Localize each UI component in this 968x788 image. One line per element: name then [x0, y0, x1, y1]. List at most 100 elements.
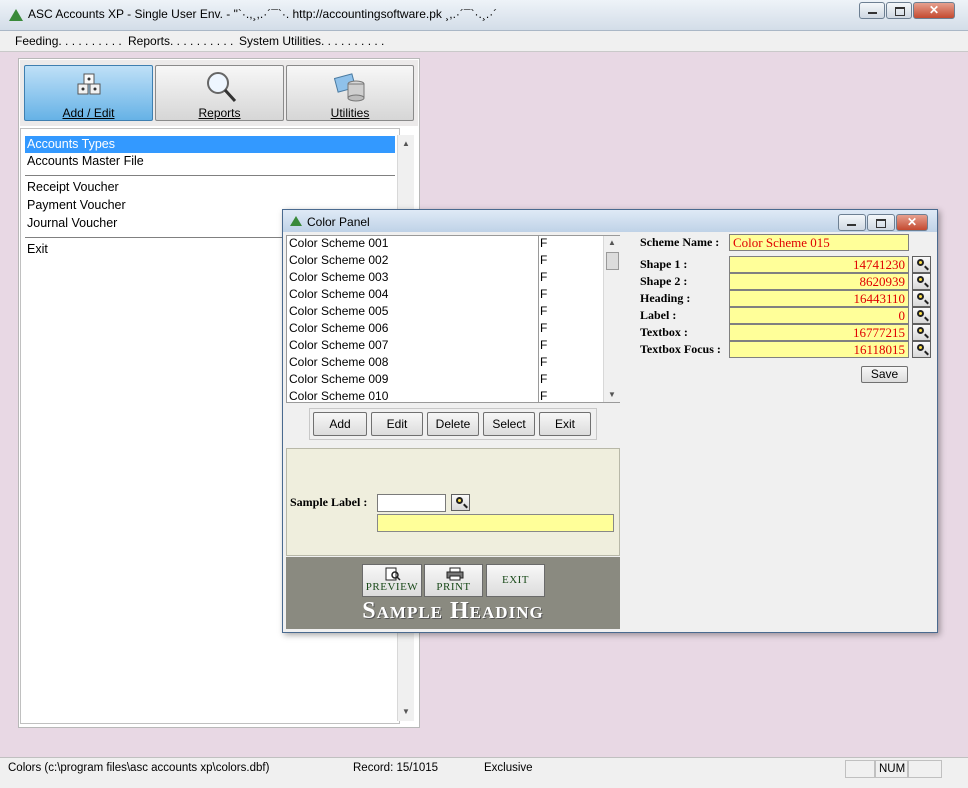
status-record: Record: 15/1015: [353, 762, 439, 774]
nav-receipt-voucher[interactable]: Receipt Voucher: [25, 179, 395, 196]
close-icon: ✕: [906, 215, 918, 229]
minimize-icon: [847, 224, 856, 226]
textbox-field[interactable]: 16777215: [729, 324, 909, 341]
status-mode: Exclusive: [484, 762, 533, 774]
list-item[interactable]: Color Scheme 008: [289, 354, 537, 371]
menu-reports[interactable]: Reports. . . . . . . . . .: [128, 34, 233, 48]
dialog-maximize-button[interactable]: [867, 214, 895, 231]
preview-button[interactable]: PREVIEW: [362, 564, 422, 597]
menu-feeding[interactable]: Feeding. . . . . . . . . .: [15, 34, 122, 48]
list-item[interactable]: Color Scheme 007: [289, 337, 537, 354]
status-file-path: Colors (c:\program files\asc accounts xp…: [8, 762, 270, 774]
dialog-minimize-button[interactable]: [838, 214, 866, 231]
magnifier-icon: [917, 310, 924, 317]
list-item-flag: F: [540, 338, 548, 352]
heading-lookup-button[interactable]: [912, 290, 931, 307]
status-caps: [845, 760, 875, 778]
list-item[interactable]: Color Scheme 010: [289, 388, 537, 405]
magnifier-icon: [917, 327, 924, 334]
dialog-close-button[interactable]: ✕: [896, 214, 928, 231]
list-item[interactable]: Color Scheme 003: [289, 269, 537, 286]
label-field[interactable]: 0: [729, 307, 909, 324]
magnifier-icon: [917, 276, 924, 283]
select-button[interactable]: Select: [483, 412, 535, 436]
minimize-icon: [868, 12, 877, 14]
scroll-up-icon[interactable]: ▲: [398, 139, 414, 148]
sample-focus-textbox[interactable]: [377, 514, 614, 532]
scroll-down-icon[interactable]: ▼: [398, 707, 414, 716]
print-button[interactable]: PRINT: [424, 564, 483, 597]
maximize-button[interactable]: [886, 2, 912, 19]
scheme-list-scrollbar[interactable]: ▲ ▼: [603, 236, 620, 402]
shape1-label: Shape 1 :: [640, 257, 688, 271]
reports-button[interactable]: Reports: [155, 65, 284, 121]
preview-label: PREVIEW: [365, 581, 419, 593]
add-edit-button[interactable]: Add / Edit: [24, 65, 153, 121]
shape2-label: Shape 2 :: [640, 274, 688, 288]
list-item-flag: F: [540, 287, 548, 301]
scroll-thumb[interactable]: [606, 252, 619, 270]
list-item[interactable]: Color Scheme 002: [289, 252, 537, 269]
nav-divider: [25, 175, 395, 176]
shape2-field[interactable]: 8620939: [729, 273, 909, 290]
heading-field[interactable]: 16443110: [729, 290, 909, 307]
sample-input[interactable]: [377, 494, 446, 512]
textbox-focus-label: Textbox Focus :: [640, 342, 721, 356]
textbox-focus-field[interactable]: 16118015: [729, 341, 909, 358]
reports-label: Reports: [198, 106, 241, 120]
delete-button[interactable]: Delete: [427, 412, 479, 436]
column-divider: [538, 236, 539, 402]
magnifier-icon: [917, 293, 924, 300]
dialog-window-controls: ✕: [837, 214, 928, 232]
list-item[interactable]: Color Scheme 006: [289, 320, 537, 337]
textbox-focus-lookup-button[interactable]: [912, 341, 931, 358]
textbox-label: Textbox :: [640, 325, 688, 339]
status-num: NUM: [875, 760, 908, 778]
textbox-lookup-button[interactable]: [912, 324, 931, 341]
label-lookup-button[interactable]: [912, 307, 931, 324]
scroll-up-icon[interactable]: ▲: [604, 238, 620, 247]
exit-heading-button[interactable]: EXIT: [486, 564, 545, 597]
exit-heading-label: EXIT: [501, 574, 530, 586]
close-icon: ✕: [928, 3, 940, 17]
list-item-flag: F: [540, 270, 548, 284]
label-label: Label :: [640, 308, 677, 322]
magnifier-icon: [917, 344, 924, 351]
scheme-name-field[interactable]: Color Scheme 015: [729, 234, 909, 251]
add-button[interactable]: Add: [313, 412, 367, 436]
save-button[interactable]: Save: [861, 366, 908, 383]
shape1-field[interactable]: 14741230: [729, 256, 909, 273]
list-item-flag: F: [540, 236, 548, 250]
window-controls: ✕: [858, 2, 955, 20]
list-item-flag: F: [540, 372, 548, 386]
close-button[interactable]: ✕: [913, 2, 955, 19]
window-title: ASC Accounts XP - Single User Env. - "`·…: [28, 7, 498, 21]
utilities-button[interactable]: Utilities: [286, 65, 414, 121]
dialog-app-icon: [290, 216, 302, 226]
sample-heading: Sample Heading: [362, 598, 544, 624]
list-item[interactable]: Color Scheme 009: [289, 371, 537, 388]
magnifier-icon: [917, 259, 924, 266]
status-scroll: [908, 760, 942, 778]
sample-label: Sample Label :: [290, 495, 368, 509]
printer-icon: [446, 567, 464, 581]
nav-accounts-master-file[interactable]: Accounts Master File: [25, 153, 395, 170]
minimize-button[interactable]: [859, 2, 885, 19]
heading-label: Heading :: [640, 291, 691, 305]
shape2-lookup-button[interactable]: [912, 273, 931, 290]
list-item[interactable]: Color Scheme 001: [289, 235, 537, 252]
sample-lookup-button[interactable]: [451, 494, 470, 511]
list-item-flag: F: [540, 304, 548, 318]
menu-system-utilities[interactable]: System Utilities. . . . . . . . . .: [239, 34, 384, 48]
scroll-down-icon[interactable]: ▼: [604, 390, 620, 399]
print-label: PRINT: [436, 581, 471, 593]
nav-accounts-types[interactable]: Accounts Types: [25, 136, 395, 153]
list-item[interactable]: Color Scheme 005: [289, 303, 537, 320]
shape1-lookup-button[interactable]: [912, 256, 931, 273]
list-item[interactable]: Color Scheme 004: [289, 286, 537, 303]
edit-button[interactable]: Edit: [371, 412, 423, 436]
add-edit-label: Add / Edit: [62, 106, 115, 120]
app-icon: [9, 9, 23, 21]
exit-button[interactable]: Exit: [539, 412, 591, 436]
utilities-label: Utilities: [330, 106, 370, 120]
